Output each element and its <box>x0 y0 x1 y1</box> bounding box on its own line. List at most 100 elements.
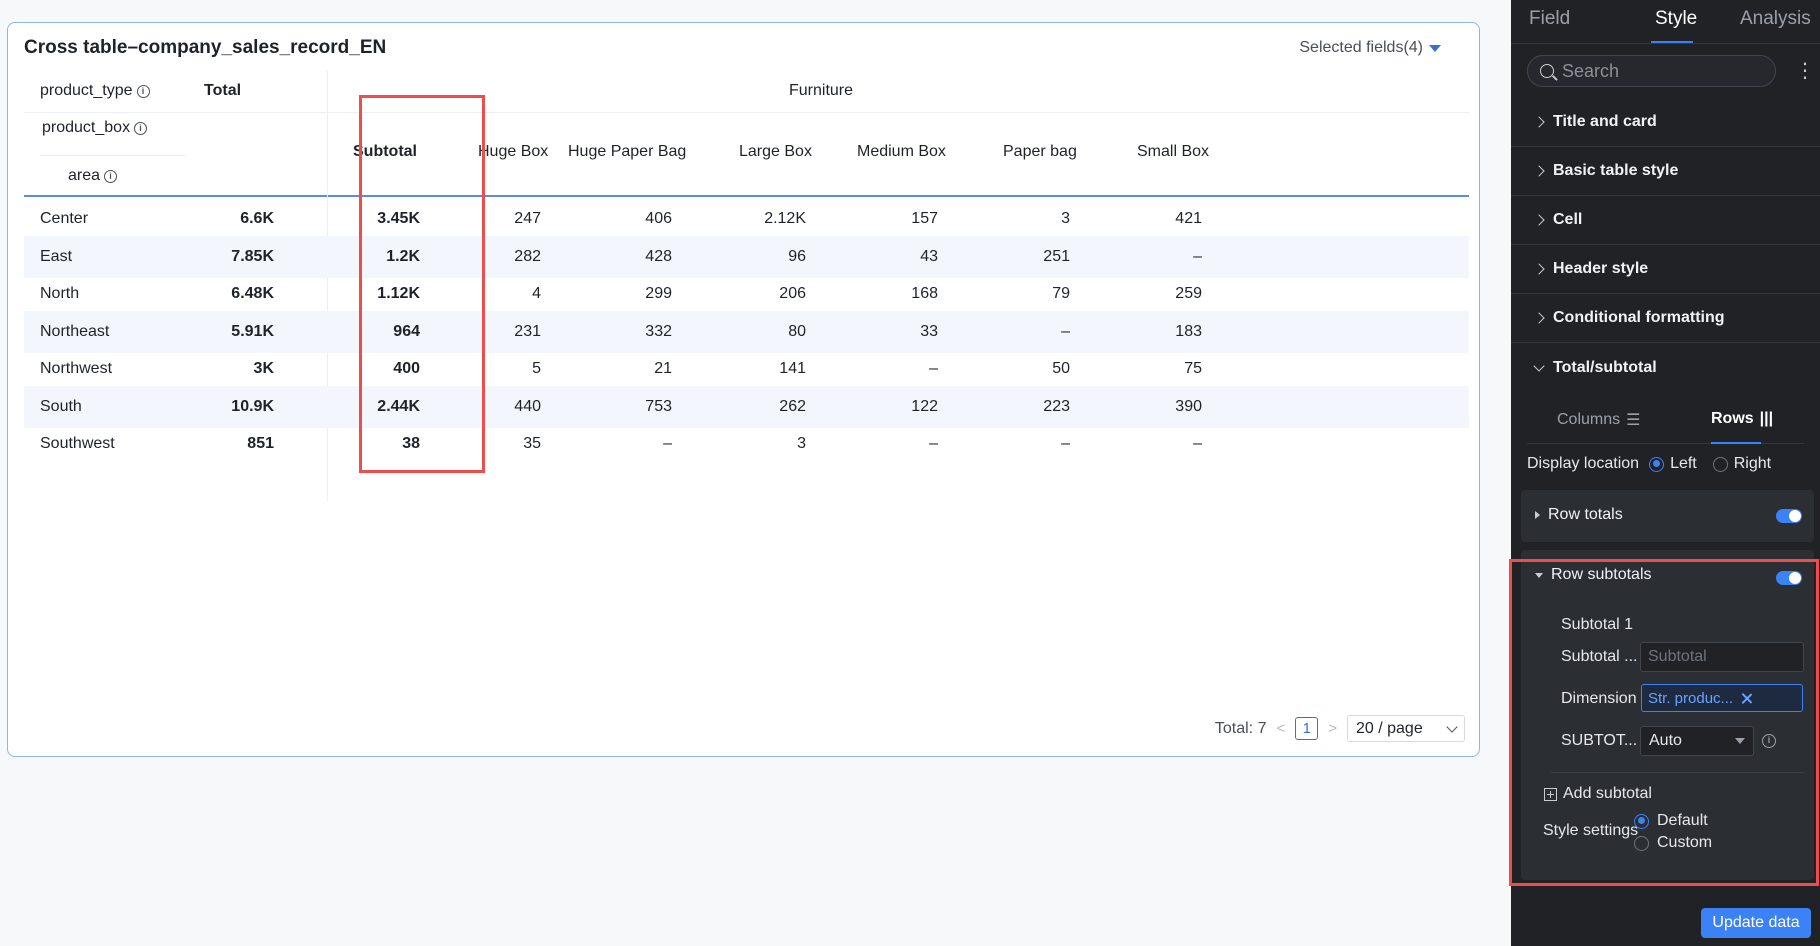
table-row: Southwest 851 38 35 – 3 – – – <box>24 423 1469 465</box>
radio-right-label: Right <box>1733 455 1772 472</box>
cell-value: 299 <box>645 285 672 302</box>
section-total-subtotal[interactable]: Total/subtotal <box>1511 343 1820 392</box>
cell-value: 79 <box>1052 285 1070 302</box>
cell-value: 122 <box>911 397 938 415</box>
cell-value: 141 <box>779 360 806 377</box>
table-row: North 6.48K 1.12K 4 299 206 168 79 259 <box>24 273 1469 315</box>
cell-value: 440 <box>514 397 541 415</box>
caret-down-icon <box>1735 738 1745 744</box>
dimension-chip[interactable]: Str. produc... <box>1641 684 1803 712</box>
row-subtotals-header[interactable]: Row subtotals <box>1535 566 1652 584</box>
cell-value: 5 <box>532 360 541 377</box>
display-location: Display location Left Right <box>1527 455 1771 473</box>
section-conditional-formatting[interactable]: Conditional formatting <box>1511 294 1820 343</box>
header-product-box[interactable]: product_box i <box>42 119 148 137</box>
close-icon[interactable] <box>1741 693 1752 704</box>
header-product-type[interactable]: product_type i <box>40 82 150 100</box>
radio-style-custom[interactable]: Custom <box>1634 834 1712 852</box>
dimension-chip-label: Str. produc... <box>1648 689 1734 707</box>
chevron-down-icon <box>1533 359 1545 372</box>
subtab-rows[interactable]: Rows ||| <box>1711 410 1773 428</box>
dimension-label: Dimension <box>1561 690 1637 707</box>
row-totals-toggle[interactable] <box>1776 509 1802 523</box>
cell-value: 231 <box>514 322 541 340</box>
radio-style-default[interactable]: Default <box>1634 812 1708 830</box>
plus-box-icon <box>1544 787 1557 801</box>
chevron-right-icon <box>1533 263 1545 275</box>
style-panel: Field Style Analysis Search ⋮ Title and … <box>1511 0 1820 946</box>
row-totals-label: Row totals <box>1548 506 1623 523</box>
cell-subtotal: 1.2K <box>386 247 420 265</box>
col-header-huge-paper-bag: Huge Paper Bag <box>568 143 687 160</box>
cell-value: 50 <box>1052 360 1070 377</box>
radio-right[interactable]: Right <box>1712 455 1772 473</box>
cell-value: 96 <box>788 247 806 265</box>
selected-fields-dropdown[interactable]: Selected fields(4) <box>1299 39 1441 57</box>
cell-value: 157 <box>911 210 938 227</box>
tab-field[interactable]: Field <box>1529 8 1570 30</box>
subtab-columns[interactable]: Columns ☰ <box>1557 410 1640 430</box>
header-area[interactable]: area i <box>68 167 118 185</box>
radio-left-label: Left <box>1670 455 1697 472</box>
cell-value: 332 <box>645 322 672 340</box>
table-row: East 7.85K 1.2K 282 428 96 43 251 – <box>24 235 1469 278</box>
tab-style[interactable]: Style <box>1655 8 1697 30</box>
info-icon[interactable]: i <box>134 121 148 135</box>
prev-page-button[interactable]: < <box>1276 720 1285 737</box>
radio-custom-indicator <box>1634 835 1649 851</box>
header-total: Total <box>204 82 242 99</box>
pagination: Total: 7 < 1 > 20 / page <box>1215 715 1465 742</box>
table-row: Center 6.6K 3.45K 247 406 2.12K 157 3 421 <box>24 198 1469 240</box>
subtotal-name-input[interactable]: Subtotal <box>1640 642 1804 672</box>
display-location-label: Display location <box>1527 455 1640 472</box>
row-subtotals-box: Row subtotals Subtotal 1 Subtotal ... Su… <box>1521 550 1814 880</box>
cell-value: 421 <box>1175 210 1202 227</box>
table-row: Northwest 3K 400 5 21 141 – 50 75 <box>24 348 1469 390</box>
cell-area: North <box>40 285 80 302</box>
subtotal-mode-select[interactable]: Auto <box>1640 726 1754 756</box>
cell-total: 5.91K <box>231 322 274 340</box>
cell-value: – <box>929 360 938 377</box>
tab-analysis[interactable]: Analysis <box>1740 8 1811 30</box>
cell-total: 851 <box>247 435 274 452</box>
subtab-rows-label: Rows <box>1711 410 1754 427</box>
kebab-icon[interactable]: ⋮ <box>1795 61 1815 81</box>
section-header-style[interactable]: Header style <box>1511 245 1820 294</box>
cell-subtotal: 38 <box>402 435 420 452</box>
subtotal-heading: Subtotal 1 <box>1561 616 1634 633</box>
search-icon <box>1540 64 1554 78</box>
cell-value: 247 <box>514 210 541 227</box>
cell-area: Northeast <box>40 322 110 340</box>
info-icon[interactable]: i <box>104 169 118 183</box>
page-size-select[interactable]: 20 / page <box>1347 715 1465 742</box>
pager-total: Total: 7 <box>1214 719 1267 737</box>
row-totals-header[interactable]: Row totals <box>1535 506 1623 524</box>
cell-value: 259 <box>1175 285 1202 302</box>
radio-custom-label: Custom <box>1657 834 1713 851</box>
header-product-box-label: product_box <box>42 119 131 136</box>
cell-total: 10.9K <box>231 397 274 415</box>
radio-left[interactable]: Left <box>1649 455 1697 473</box>
subtotal-name-label: Subtotal ... <box>1561 648 1638 665</box>
next-page-button[interactable]: > <box>1328 720 1337 737</box>
divider <box>1551 772 1804 773</box>
cell-total: 3K <box>253 360 274 377</box>
section-cell[interactable]: Cell <box>1511 196 1820 245</box>
section-basic-table-style[interactable]: Basic table style <box>1511 147 1820 196</box>
update-data-button[interactable]: Update data <box>1701 908 1811 938</box>
row-subtotals-toggle[interactable] <box>1776 571 1802 585</box>
add-subtotal-button[interactable]: Add subtotal <box>1544 785 1652 803</box>
cell-value: 21 <box>654 360 672 377</box>
info-icon[interactable]: i <box>1762 734 1776 748</box>
section-title-and-card[interactable]: Title and card <box>1511 98 1820 147</box>
cell-total: 6.48K <box>231 285 274 302</box>
add-subtotal-label: Add subtotal <box>1563 785 1652 802</box>
radio-default-indicator <box>1634 813 1649 829</box>
search-input[interactable]: Search <box>1527 55 1776 87</box>
info-icon[interactable]: i <box>136 84 150 98</box>
cell-area: Southwest <box>40 435 115 452</box>
page-number-current[interactable]: 1 <box>1295 717 1319 740</box>
table-row: Northeast 5.91K 964 231 332 80 33 – 183 <box>24 310 1469 353</box>
col-header-small-box: Small Box <box>1137 143 1210 160</box>
chevron-down-icon <box>1446 720 1458 733</box>
